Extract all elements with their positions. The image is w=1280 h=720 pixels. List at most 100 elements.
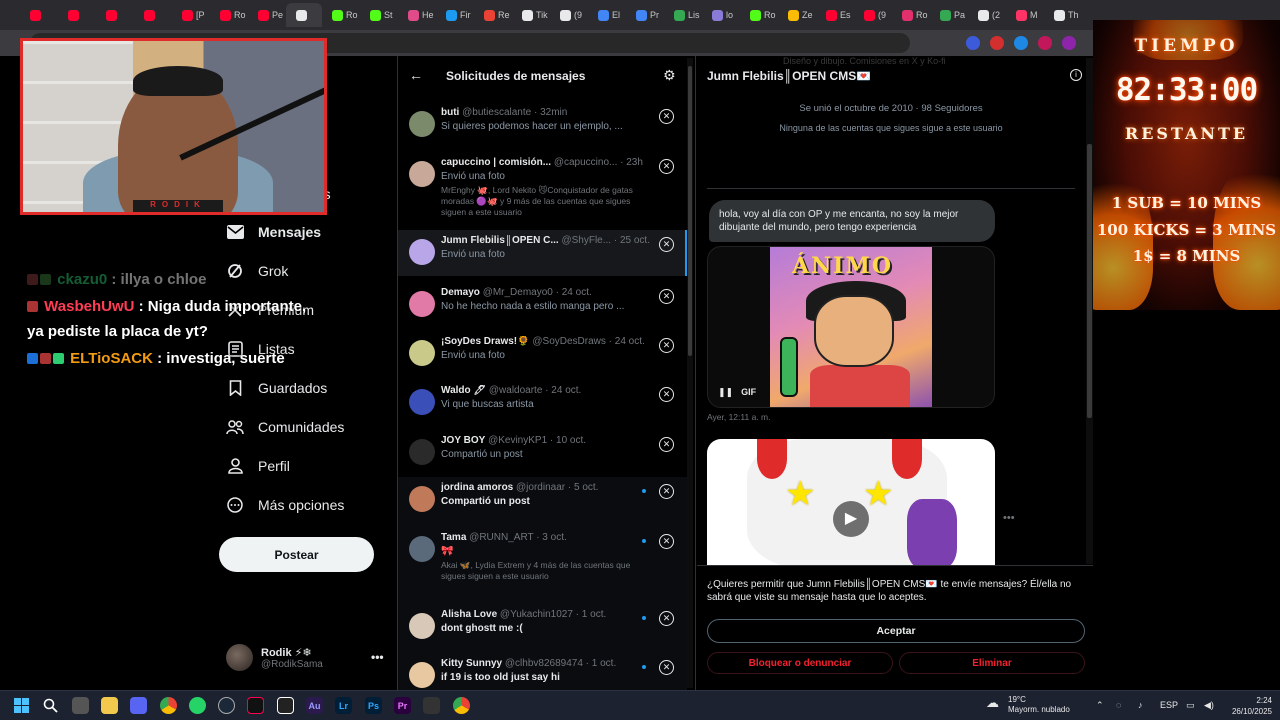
file-explorer-icon[interactable] (101, 697, 118, 714)
message-request-row[interactable]: Jumn Flebilis║OPEN C... @ShyFle... · 25 … (398, 230, 687, 276)
task-view-icon[interactable] (72, 697, 89, 714)
pause-icon[interactable]: ❚❚ (718, 387, 733, 398)
browser-tab[interactable]: El (588, 3, 626, 27)
message-more-icon[interactable]: ••• (1003, 512, 1015, 524)
browser-tab[interactable] (58, 3, 96, 27)
browser-tab[interactable]: (2 (968, 3, 1006, 27)
browser-tab[interactable]: Pa (930, 3, 968, 27)
browser-tab[interactable]: Lis (664, 3, 702, 27)
chevron-up-icon[interactable]: ⌃ (1096, 700, 1104, 711)
audition-icon[interactable]: Au (306, 697, 323, 714)
nav-item-perfil[interactable]: Perfil (226, 454, 290, 478)
browser-tab[interactable] (286, 3, 322, 27)
conversation-scrollbar[interactable] (1086, 58, 1093, 564)
wifi-icon[interactable]: ◌ (1116, 700, 1121, 710)
conversation-title[interactable]: Jumn Flebilis║OPEN CMS💌 (707, 69, 871, 83)
block-report-button[interactable]: Bloquear o denunciar (707, 652, 893, 674)
close-icon[interactable]: ✕ (659, 159, 674, 174)
nav-item-guardados[interactable]: Guardados (226, 376, 327, 400)
language-indicator[interactable]: ESP (1160, 700, 1178, 710)
volume-icon[interactable]: ◀) (1204, 700, 1214, 711)
close-icon[interactable]: ✕ (659, 289, 674, 304)
message-request-row[interactable]: Tama @RUNN_ART · 3 oct. 🎀 Akai 🦋, Lydia Ex… (398, 527, 687, 604)
image-message[interactable]: ★ ★ ▶ (707, 439, 995, 569)
requests-scrollbar[interactable] (687, 58, 693, 688)
steam-icon[interactable] (218, 697, 235, 714)
scrollbar-thumb[interactable] (1087, 144, 1092, 418)
network-icon[interactable]: ▭ (1186, 700, 1195, 711)
lightroom-icon[interactable]: Lr (335, 697, 352, 714)
browser-tab[interactable]: Pe (248, 3, 286, 27)
close-icon[interactable]: ✕ (659, 109, 674, 124)
extension-icon[interactable] (990, 36, 1004, 50)
back-arrow-icon[interactable]: ← (409, 67, 423, 83)
close-icon[interactable]: ✕ (659, 338, 674, 353)
avatar[interactable] (409, 389, 435, 415)
close-icon[interactable]: ✕ (659, 660, 674, 675)
info-icon[interactable]: i (1070, 69, 1082, 81)
close-icon[interactable]: ✕ (659, 534, 674, 549)
browser-tab[interactable]: Ro (210, 3, 248, 27)
search-icon[interactable] (42, 697, 59, 714)
post-button[interactable]: Postear (219, 537, 374, 572)
scrollbar-thumb[interactable] (688, 66, 692, 356)
avatar[interactable] (409, 161, 435, 187)
avatar[interactable] (409, 536, 435, 562)
windows-start-icon[interactable] (13, 697, 30, 714)
browser-tab[interactable]: Ro (740, 3, 778, 27)
browser-tab[interactable]: Re (474, 3, 512, 27)
avatar[interactable] (409, 486, 435, 512)
avatar[interactable] (409, 239, 435, 265)
nav-item-grok[interactable]: Grok (226, 259, 288, 283)
chrome-active-icon[interactable] (453, 697, 470, 714)
nav-item-comunidades[interactable]: Comunidades (226, 415, 344, 439)
browser-tab[interactable]: (9 (854, 3, 892, 27)
delete-button[interactable]: Eliminar (899, 652, 1085, 674)
play-icon[interactable]: ▶ (833, 501, 869, 537)
close-icon[interactable]: ✕ (659, 611, 674, 626)
browser-tab[interactable] (20, 3, 58, 27)
extension-icon[interactable] (1014, 36, 1028, 50)
message-request-row[interactable]: jordina amoros @jordinaar · 5 oct. Compar… (398, 477, 687, 527)
tiktok-icon[interactable] (247, 697, 264, 714)
browser-tab[interactable]: St (360, 3, 398, 27)
chrome-icon[interactable] (160, 697, 177, 714)
message-request-row[interactable]: Kitty Sunnyy @clhbv82689474 · 1 oct. if 1… (398, 653, 687, 690)
avatar[interactable] (409, 439, 435, 465)
system-clock[interactable]: 2:24 26/10/2025 (1222, 695, 1272, 717)
browser-tab[interactable]: Ro (322, 3, 360, 27)
browser-tab[interactable] (134, 3, 172, 27)
account-switcher[interactable]: Rodik ⚡❄ @RodikSama ••• (226, 644, 386, 674)
message-request-row[interactable]: Alisha Love @Yukachin1027 · 1 oct. dont g… (398, 604, 687, 653)
avatar[interactable] (409, 111, 435, 137)
browser-tab[interactable]: He (398, 3, 436, 27)
message-request-row[interactable]: Waldo 🖊 @waldoarte · 24 oct. Vi que busca… (398, 380, 687, 429)
capcut-icon[interactable] (277, 697, 294, 714)
avatar[interactable] (409, 662, 435, 688)
browser-tab[interactable] (96, 3, 134, 27)
browser-tab[interactable]: Es (816, 3, 854, 27)
premiere-icon[interactable]: Pr (394, 697, 411, 714)
close-icon[interactable]: ✕ (659, 387, 674, 402)
extension-icon[interactable] (966, 36, 980, 50)
whatsapp-icon[interactable] (189, 697, 206, 714)
discord-icon[interactable] (130, 697, 147, 714)
message-request-row[interactable]: JOY BOY @KevinyKP1 · 10 oct. Compartió un… (398, 430, 687, 477)
message-request-row[interactable]: capuccino | comisión... @capuccino... · … (398, 152, 687, 226)
gear-icon[interactable]: ⚙ (663, 67, 676, 84)
browser-tab[interactable]: lo (702, 3, 740, 27)
browser-tab[interactable]: Tik (512, 3, 550, 27)
browser-tab[interactable]: [P (172, 3, 210, 27)
photoshop-icon[interactable]: Ps (365, 697, 382, 714)
close-icon[interactable]: ✕ (659, 484, 674, 499)
avatar[interactable] (409, 291, 435, 317)
browser-tab[interactable]: M (1006, 3, 1044, 27)
close-icon[interactable]: ✕ (659, 237, 674, 252)
more-icon[interactable]: ••• (371, 650, 384, 664)
close-icon[interactable]: ✕ (659, 437, 674, 452)
accept-button[interactable]: Aceptar (707, 619, 1085, 643)
message-request-row[interactable]: ¡SoyDes Draws!🌻 @SoyDesDraws · 24 oct. En… (398, 331, 687, 380)
nav-item-mensajes[interactable]: Mensajes (226, 220, 321, 244)
browser-tab[interactable]: Pr (626, 3, 664, 27)
avatar[interactable] (409, 613, 435, 639)
